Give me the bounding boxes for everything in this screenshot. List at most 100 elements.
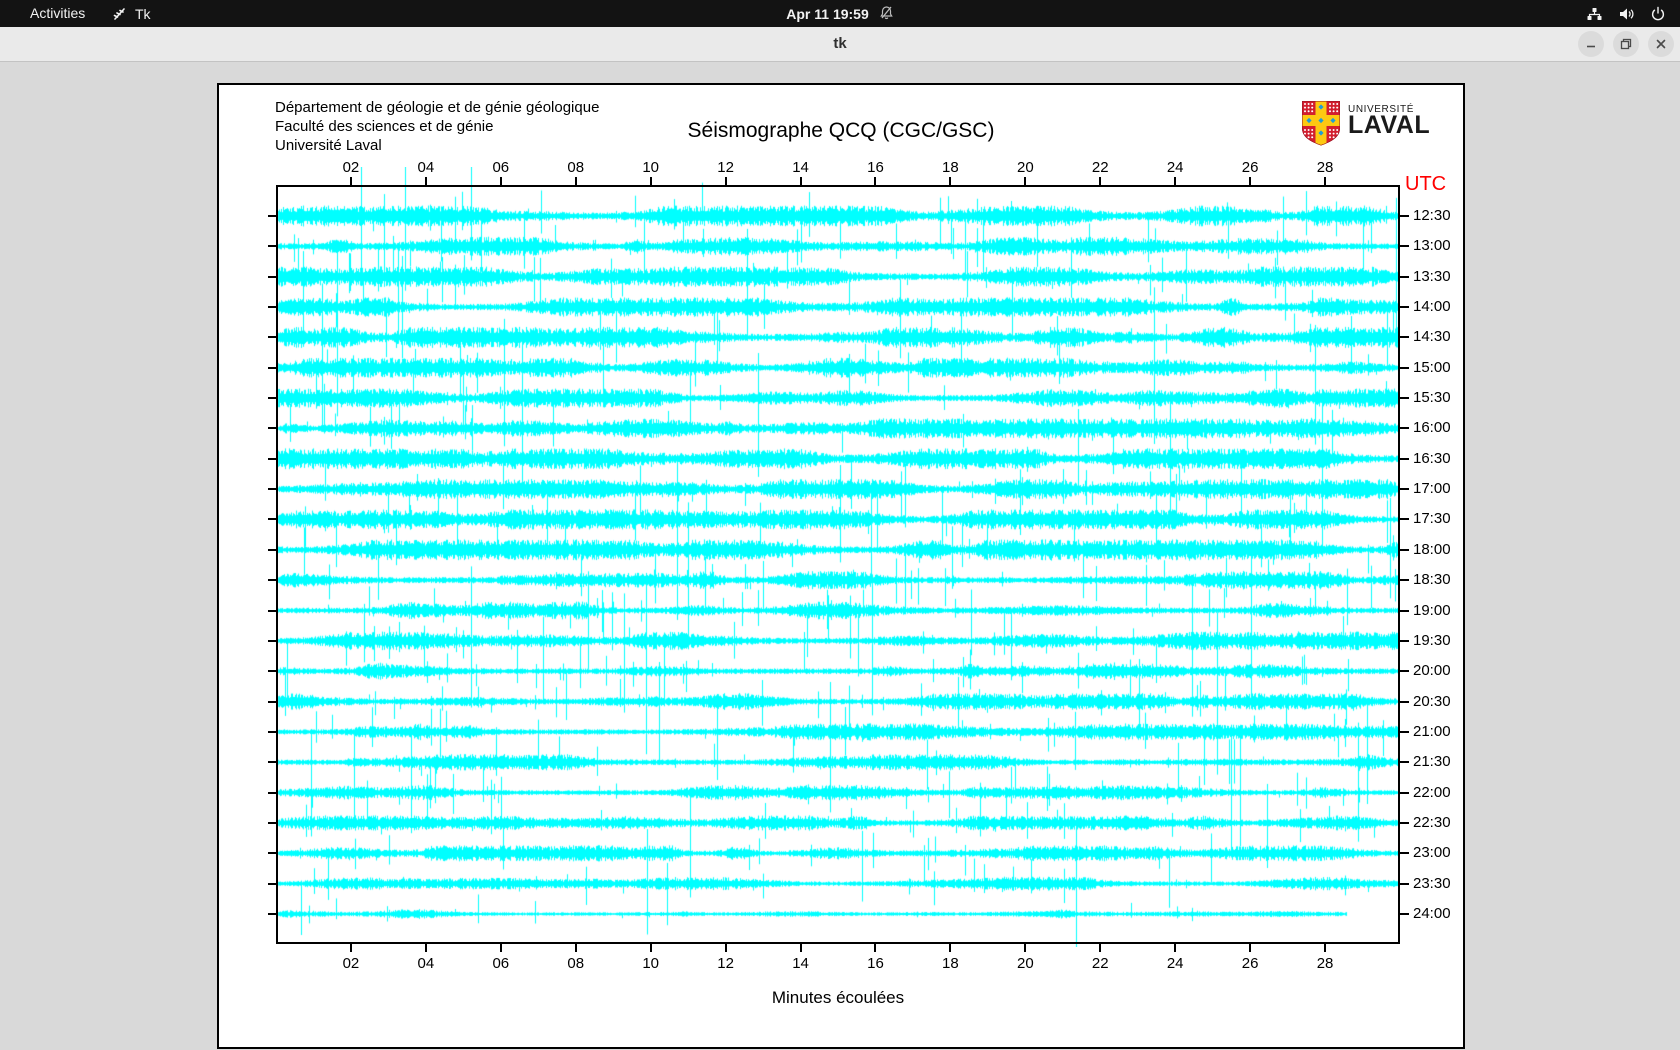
x-tick-label-top: 20 xyxy=(1016,159,1034,176)
x-tick-mark-top xyxy=(1024,177,1027,185)
left-tick-mark xyxy=(268,639,277,642)
clock-label: Apr 11 19:59 xyxy=(786,5,869,22)
left-tick-mark xyxy=(268,306,277,309)
x-tick-mark-top xyxy=(874,177,877,185)
left-tick-mark xyxy=(268,609,277,612)
x-tick-label-top: 26 xyxy=(1241,159,1259,176)
utc-tick-mark xyxy=(1400,761,1409,764)
plot-title: Séismographe QCQ (CGC/GSC) xyxy=(687,119,995,142)
left-tick-mark xyxy=(268,518,277,521)
x-tick-mark-bottom xyxy=(874,944,877,952)
x-tick-label-top: 04 xyxy=(417,159,435,176)
utc-tick-mark xyxy=(1400,457,1409,460)
utc-tick-mark xyxy=(1400,336,1409,339)
x-tick-label-top: 08 xyxy=(567,159,585,176)
utc-tick-mark xyxy=(1400,488,1409,491)
utc-tick-label: 23:00 xyxy=(1413,844,1451,862)
x-tick-mark-bottom xyxy=(349,944,352,952)
x-tick-mark-bottom xyxy=(1024,944,1027,952)
utc-tick-label: 14:30 xyxy=(1413,328,1451,346)
utc-tick-label: 21:00 xyxy=(1413,722,1451,740)
top-bar: Activities Tk Apr 11 19:59 xyxy=(0,0,1680,27)
utc-tick-label: 18:30 xyxy=(1413,571,1451,589)
x-tick-mark-bottom xyxy=(499,944,502,952)
restore-button[interactable] xyxy=(1613,31,1639,57)
x-tick-label-bottom: 20 xyxy=(1016,955,1034,972)
x-tick-mark-bottom xyxy=(424,944,427,952)
bell-muted-icon xyxy=(879,5,894,23)
x-tick-mark-bottom xyxy=(649,944,652,952)
x-tick-label-bottom: 24 xyxy=(1166,955,1184,972)
window-title: tk xyxy=(833,35,847,52)
window-titlebar[interactable]: tk xyxy=(0,27,1680,62)
clock-area[interactable]: Apr 11 19:59 xyxy=(0,0,1680,27)
x-tick-label-bottom: 16 xyxy=(867,955,884,972)
x-tick-mark-bottom xyxy=(1249,944,1252,952)
utc-tick-mark xyxy=(1400,427,1409,430)
left-tick-mark xyxy=(268,488,277,491)
utc-tick-mark xyxy=(1400,639,1409,642)
utc-tick-label: 19:00 xyxy=(1413,601,1451,619)
laval-shield-icon xyxy=(1301,100,1341,152)
utc-tick-label: 20:00 xyxy=(1413,662,1451,680)
x-tick-label-top: 14 xyxy=(792,159,809,176)
left-tick-mark xyxy=(268,548,277,551)
x-tick-label-top: 12 xyxy=(717,159,734,176)
left-tick-mark xyxy=(268,730,277,733)
x-tick-label-bottom: 28 xyxy=(1316,955,1334,972)
utc-tick-label: 23:30 xyxy=(1413,874,1451,892)
utc-tick-mark xyxy=(1400,821,1409,824)
minimize-button[interactable] xyxy=(1578,31,1604,57)
laval-logo-text: UNIVERSITÉ LAVAL xyxy=(1348,100,1430,152)
utc-tick-label: 24:00 xyxy=(1413,905,1451,922)
x-tick-label-bottom: 18 xyxy=(942,955,959,972)
utc-tick-label: 17:00 xyxy=(1413,480,1451,498)
x-tick-mark-bottom xyxy=(1324,944,1327,952)
utc-tick-label: 13:00 xyxy=(1413,237,1451,255)
x-tick-mark-top xyxy=(1099,177,1102,185)
x-tick-mark-bottom xyxy=(1099,944,1102,952)
x-tick-mark-top xyxy=(499,177,502,185)
close-button[interactable] xyxy=(1648,31,1674,57)
laval-logo: UNIVERSITÉ LAVAL xyxy=(1301,100,1430,152)
utc-tick-label: 22:00 xyxy=(1413,783,1451,801)
x-tick-label-bottom: 06 xyxy=(492,955,510,972)
utc-tick-mark xyxy=(1400,275,1409,278)
x-tick-mark-bottom xyxy=(724,944,727,952)
utc-tick-mark xyxy=(1400,670,1409,673)
utc-tick-mark xyxy=(1400,518,1409,521)
left-tick-mark xyxy=(268,791,277,794)
x-tick-mark-top xyxy=(949,177,952,185)
x-tick-mark-top xyxy=(799,177,802,185)
x-tick-mark-top xyxy=(349,177,352,185)
utc-tick-mark xyxy=(1400,882,1409,885)
utc-tick-label: 18:00 xyxy=(1413,540,1451,558)
x-tick-label-top: 28 xyxy=(1316,159,1334,176)
x-tick-mark-top xyxy=(1249,177,1252,185)
utc-tick-mark xyxy=(1400,215,1409,217)
utc-tick-label: 20:30 xyxy=(1413,692,1451,710)
x-tick-mark-top xyxy=(1174,177,1177,185)
laval-logo-bottom: LAVAL xyxy=(1348,111,1431,139)
power-icon xyxy=(1650,6,1666,22)
left-tick-mark xyxy=(268,427,277,430)
system-tray[interactable] xyxy=(1586,0,1666,27)
app-canvas: Département de géologie et de génie géol… xyxy=(217,83,1465,1049)
x-tick-mark-bottom xyxy=(799,944,802,952)
x-tick-label-top: 10 xyxy=(642,159,659,176)
plot-frame xyxy=(276,185,1400,944)
x-tick-label-bottom: 26 xyxy=(1241,955,1259,972)
dept-line-1: Département de géologie et de génie géol… xyxy=(275,99,600,116)
utc-tick-mark xyxy=(1400,579,1409,582)
x-tick-label-bottom: 14 xyxy=(792,955,809,972)
utc-tick-label: 15:00 xyxy=(1413,358,1451,376)
utc-tick-mark xyxy=(1400,913,1409,915)
left-tick-mark xyxy=(268,670,277,673)
utc-tick-label: 15:30 xyxy=(1413,389,1451,407)
x-tick-label-top: 02 xyxy=(342,159,360,176)
left-tick-mark xyxy=(268,579,277,582)
left-tick-mark xyxy=(268,761,277,764)
left-tick-mark xyxy=(268,821,277,824)
left-tick-mark xyxy=(268,215,277,217)
utc-tick-mark xyxy=(1400,245,1409,248)
